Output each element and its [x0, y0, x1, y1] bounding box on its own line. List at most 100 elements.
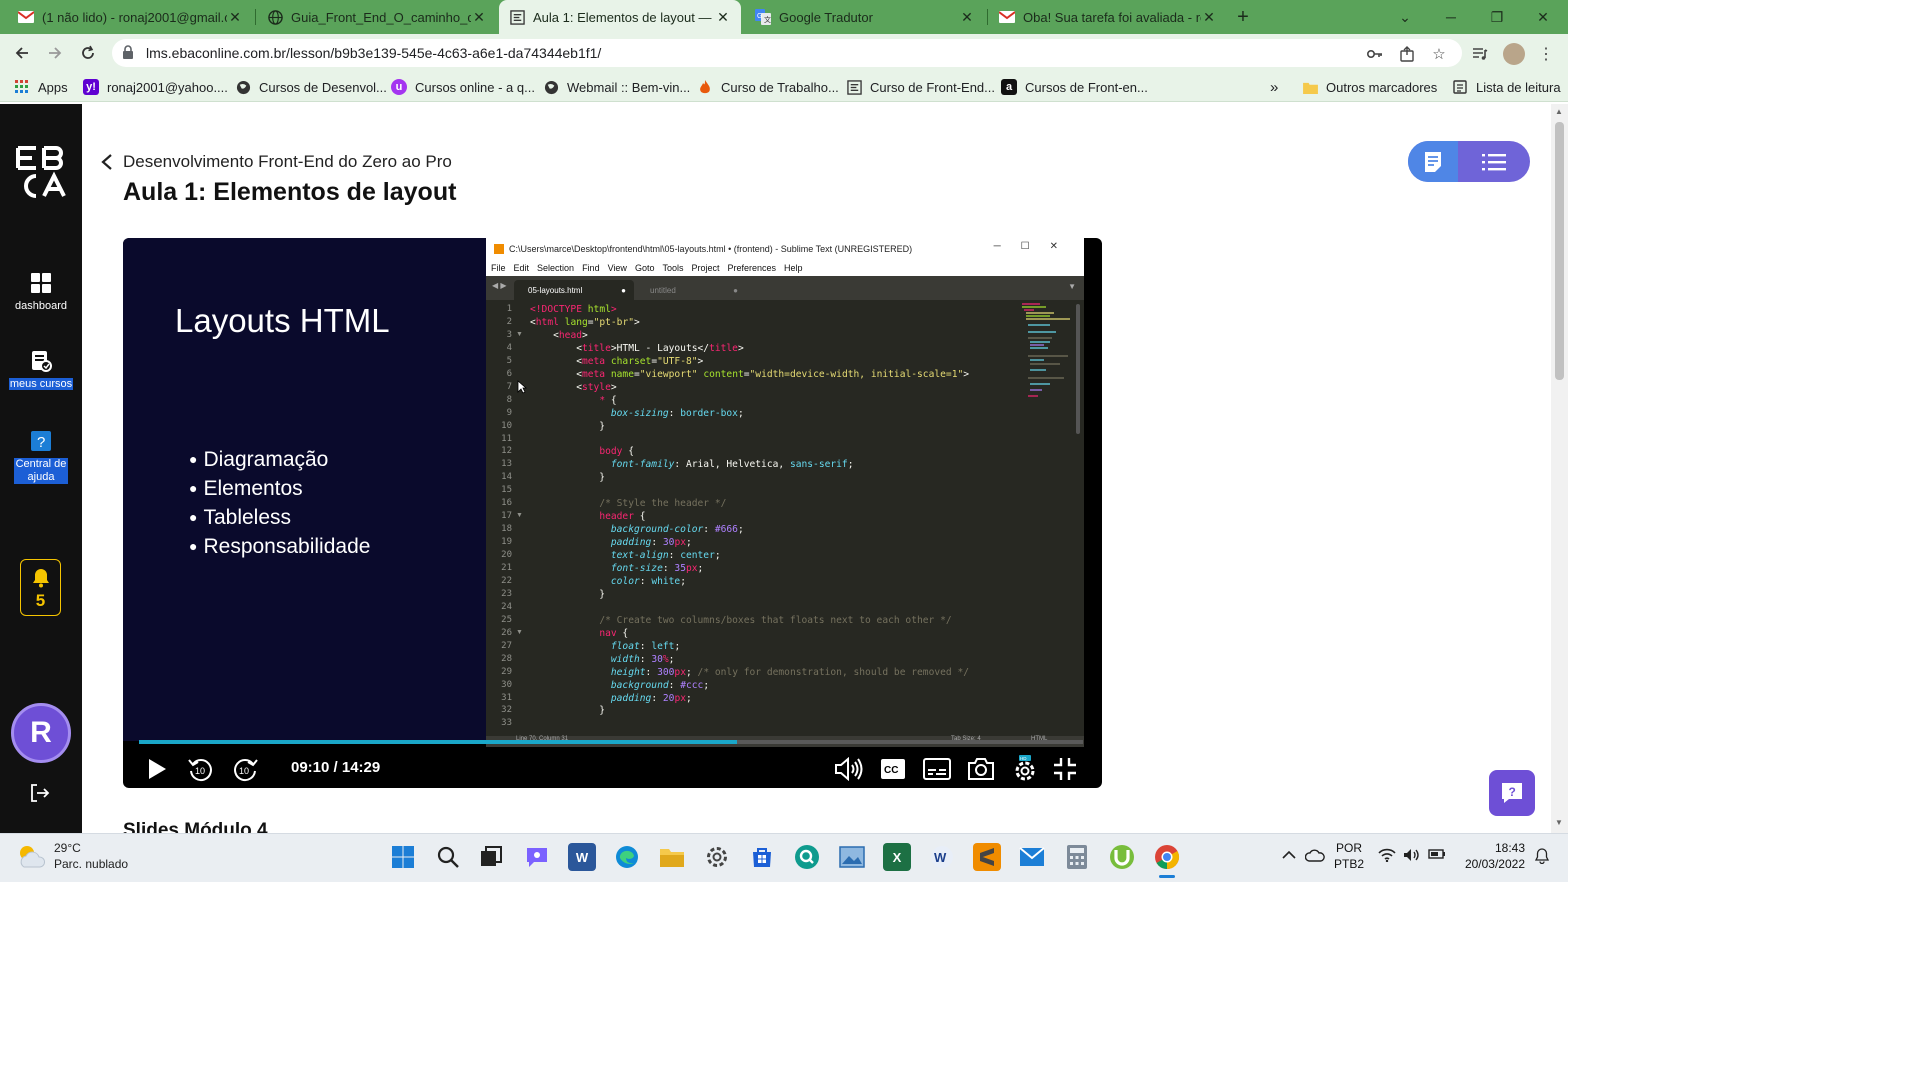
breadcrumb-course-link[interactable]: Desenvolvimento Front-End do Zero ao Pro — [123, 152, 452, 172]
reload-button[interactable] — [75, 40, 101, 66]
chrome-app[interactable] — [1153, 843, 1181, 871]
utorrent-app[interactable] — [1108, 843, 1136, 871]
forward-button[interactable] — [42, 40, 68, 66]
excel-app[interactable]: X — [883, 843, 911, 871]
reading-list-button[interactable]: Lista de leitura — [1452, 77, 1561, 97]
close-tab-icon[interactable]: ✕ — [227, 9, 243, 26]
browser-tab[interactable]: (1 não lido) - ronaj2001@gmail.c ✕ — [8, 0, 253, 34]
bookmark-webmail[interactable]: Webmail :: Bem-vin... — [543, 77, 690, 97]
writer-app[interactable]: W — [928, 843, 956, 871]
teams-chat-app[interactable] — [523, 843, 551, 871]
browser-tab[interactable]: G文 Google Tradutor ✕ — [745, 0, 985, 34]
bookmark-curso-trabalho[interactable]: Curso de Trabalho... — [697, 77, 839, 97]
snapshot-button[interactable] — [966, 753, 996, 785]
bookmark-star-icon[interactable]: ☆ — [1429, 44, 1449, 64]
bookmark-cursos-online[interactable]: u Cursos online - a q... — [391, 77, 535, 97]
page-scrollbar[interactable]: ▲ ▼ — [1551, 104, 1568, 833]
rewind-10-button[interactable]: 10 — [185, 753, 217, 785]
logout-button[interactable] — [29, 782, 51, 809]
scroll-up-icon[interactable]: ▲ — [1555, 107, 1563, 116]
address-bar[interactable]: lms.ebaconline.com.br/lesson/b9b3e139-54… — [112, 39, 1462, 67]
minimize-button[interactable]: ─ — [1428, 0, 1474, 34]
yahoo-icon: y! — [83, 79, 99, 95]
bookmark-cursos-front-en[interactable]: a Cursos de Front-en... — [1001, 77, 1148, 97]
sidebar-item-dashboard[interactable]: dashboard — [0, 272, 82, 312]
volume-button[interactable] — [833, 753, 865, 785]
scroll-down-icon[interactable]: ▼ — [1555, 818, 1563, 827]
subtitles-button[interactable] — [922, 753, 952, 785]
new-tab-button[interactable]: + — [1228, 0, 1258, 34]
media-controls-icon[interactable] — [1470, 44, 1490, 64]
profile-avatar[interactable] — [1503, 43, 1525, 65]
speaker-icon[interactable] — [1403, 848, 1421, 865]
back-button[interactable] — [9, 40, 35, 66]
sidebar-item-central-de-ajuda[interactable]: ? Central de ajuda — [0, 430, 82, 484]
quickassist-app[interactable] — [793, 843, 821, 871]
settings-button[interactable]: HD — [1010, 753, 1040, 785]
photos-app[interactable] — [838, 843, 866, 871]
start-button[interactable] — [389, 843, 417, 871]
task-view-button[interactable] — [477, 843, 505, 871]
bookmark-apps[interactable]: Apps — [14, 77, 68, 97]
sublime-text-app[interactable] — [973, 843, 1001, 871]
bookmark-curso-front-end[interactable]: Curso de Front-End... — [846, 77, 995, 97]
code-editor-frame: C:\Users\marce\Desktop\frontend\html\05-… — [486, 238, 1084, 747]
video-progress-bar[interactable] — [139, 740, 1083, 744]
notifications-button[interactable]: 5 — [20, 559, 61, 616]
language-indicator[interactable]: POR PTB2 — [1334, 840, 1364, 872]
browser-tab[interactable]: Guia_Front_End_O_caminho_das_ ✕ — [257, 0, 497, 34]
close-tab-icon[interactable]: ✕ — [959, 9, 975, 26]
code-line: } — [530, 472, 606, 484]
forward-10-button[interactable]: 10 — [229, 753, 261, 785]
help-chat-button[interactable]: ? — [1489, 770, 1535, 816]
avatar[interactable]: R — [11, 703, 71, 763]
more-menu-icon[interactable]: ⋮ — [1536, 44, 1556, 64]
store-app[interactable] — [748, 843, 776, 871]
battery-icon[interactable] — [1428, 848, 1446, 863]
fullscreen-exit-button[interactable] — [1050, 753, 1080, 785]
mail-app[interactable] — [1018, 843, 1046, 871]
ebac-logo[interactable] — [0, 142, 82, 205]
tab-divider — [987, 9, 988, 25]
share-icon[interactable] — [1397, 44, 1417, 64]
settings-app[interactable] — [703, 843, 731, 871]
onedrive-cloud-icon[interactable] — [1304, 848, 1325, 865]
word-app[interactable]: W — [568, 843, 596, 871]
lesson-list-button[interactable] — [1458, 141, 1530, 182]
calculator-app[interactable] — [1063, 843, 1091, 871]
captions-button[interactable]: CC — [879, 753, 907, 785]
restore-button[interactable]: ❐ — [1474, 0, 1520, 34]
close-tab-icon[interactable]: ✕ — [715, 9, 731, 26]
bookmark-folder-other[interactable]: Outros marcadores — [1302, 77, 1437, 97]
volume-icon — [835, 757, 863, 781]
notification-center-icon[interactable] — [1534, 848, 1550, 867]
edge-app[interactable] — [613, 843, 641, 871]
bookmarks-overflow-chevron-icon[interactable]: » — [1270, 77, 1278, 97]
line-number: 2 — [506, 316, 512, 327]
file-explorer-app[interactable] — [658, 843, 686, 871]
video-player[interactable]: Layouts HTML Diagramação Elementos Table… — [123, 238, 1102, 788]
wifi-icon[interactable] — [1378, 848, 1396, 865]
taskbar-clock[interactable]: 18:43 20/03/2022 — [1457, 840, 1525, 872]
tray-overflow-chevron-icon[interactable] — [1282, 848, 1296, 863]
search-button[interactable] — [434, 843, 462, 871]
code-line: height: 300px; /* only for demonstration… — [610, 666, 970, 678]
close-window-button[interactable]: ✕ — [1520, 0, 1566, 34]
sidebar-item-meus-cursos[interactable]: meus cursos — [0, 350, 82, 390]
key-icon[interactable] — [1365, 44, 1385, 64]
bookmark-cursos-desenvolvimento[interactable]: Cursos de Desenvol... — [235, 77, 387, 97]
bookmark-yahoo[interactable]: y! ronaj2001@yahoo.... — [83, 77, 228, 97]
browser-tab[interactable]: Oba! Sua tarefa foi avaliada - ror ✕ — [989, 0, 1227, 34]
browser-tab-active[interactable]: Aula 1: Elementos de layout — E ✕ — [499, 0, 741, 34]
lock-icon[interactable] — [122, 45, 138, 61]
close-tab-icon[interactable]: ✕ — [1201, 9, 1217, 26]
close-tab-icon[interactable]: ✕ — [471, 9, 487, 26]
line-number: 17 — [501, 511, 512, 522]
tab-search-chevron-icon[interactable]: ⌄ — [1382, 0, 1428, 34]
slide-bullets: Diagramação Elementos Tableless Responsa… — [189, 446, 370, 562]
play-button[interactable] — [143, 753, 171, 785]
notes-view-button[interactable] — [1408, 141, 1458, 182]
weather-widget[interactable]: 29°C Parc. nublado — [16, 840, 128, 872]
page-scrollbar-thumb[interactable] — [1555, 122, 1564, 380]
breadcrumb[interactable]: Desenvolvimento Front-End do Zero ao Pro — [100, 152, 452, 172]
